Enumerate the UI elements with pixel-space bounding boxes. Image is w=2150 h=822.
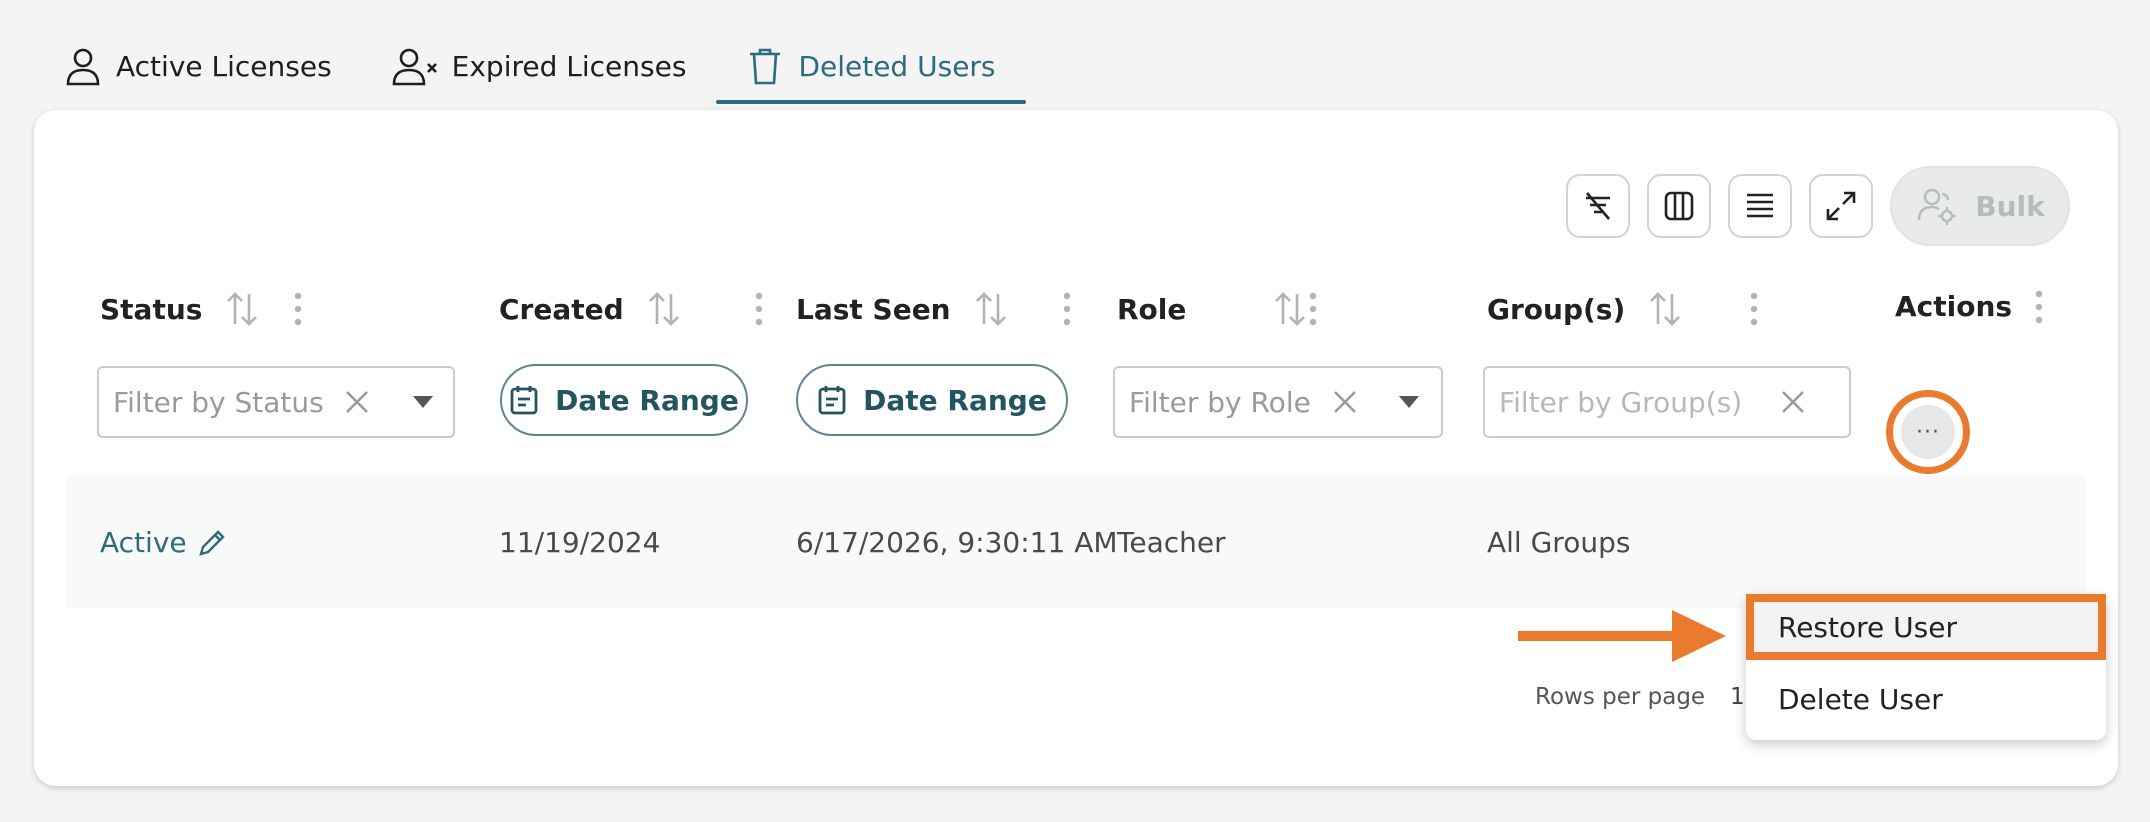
clear-icon[interactable] — [343, 388, 371, 416]
tab-expired-licenses[interactable]: Expired Licenses — [362, 28, 717, 104]
calendar-icon — [818, 386, 846, 415]
delete-user-menu-item[interactable]: Delete User — [1746, 666, 2106, 732]
annotation-arrow-icon — [1518, 610, 1726, 662]
tab-label: Expired Licenses — [451, 49, 687, 83]
column-label: Actions — [1895, 290, 2013, 323]
table-toolbar: Bulk — [1566, 166, 2070, 246]
chevron-down-icon[interactable] — [1399, 396, 1419, 408]
created-date-range-button[interactable]: Date Range — [500, 364, 748, 436]
bulk-button[interactable]: Bulk — [1890, 166, 2070, 246]
column-menu-icon[interactable] — [1749, 292, 1759, 326]
column-menu-icon[interactable] — [1062, 292, 1072, 326]
user-icon — [66, 48, 100, 86]
column-header-role: Role — [1117, 290, 1317, 328]
users-gear-icon — [1918, 188, 1957, 225]
tab-label: Active Licenses — [116, 49, 332, 83]
tab-deleted-users[interactable]: Deleted Users — [716, 28, 1026, 104]
expand-icon — [1826, 191, 1856, 221]
groups-filter-input[interactable]: Filter by Group(s) — [1483, 366, 1851, 438]
status-filter-placeholder: Filter by Status — [113, 385, 324, 419]
column-header-groups: Group(s) — [1487, 290, 1758, 328]
last-seen-cell: 6/17/2026, 9:30:11 AM — [796, 526, 1118, 559]
column-menu-icon[interactable] — [2034, 290, 2044, 324]
filter-off-icon — [1586, 192, 1610, 220]
role-cell: Teacher — [1117, 526, 1226, 559]
bulk-label: Bulk — [1975, 189, 2045, 223]
highlight-ring: ··· — [1886, 390, 1970, 474]
column-label: Last Seen — [796, 292, 951, 326]
column-header-created: Created — [499, 290, 763, 328]
sort-icon[interactable] — [1272, 290, 1308, 328]
density-button[interactable] — [1728, 174, 1792, 238]
table-row: Active 11/19/2024 6/17/2026, 9:30:11 AM … — [66, 476, 2086, 608]
restore-user-menu-item[interactable]: Restore User — [1746, 594, 2106, 660]
trash-icon — [750, 48, 781, 85]
column-label: Role — [1117, 292, 1187, 326]
column-label: Created — [499, 292, 624, 326]
clear-icon[interactable] — [1779, 388, 1807, 416]
tab-bar: Active Licenses Expired Licenses Deleted… — [60, 28, 1026, 104]
column-label: Group(s) — [1487, 292, 1626, 326]
groups-filter-placeholder: Filter by Group(s) — [1499, 385, 1743, 419]
columns-button[interactable] — [1647, 174, 1711, 238]
column-header-status: Status — [100, 290, 302, 328]
column-menu-icon[interactable] — [754, 292, 764, 326]
status-filter-select[interactable]: Filter by Status — [97, 366, 455, 438]
status-value: Active — [100, 526, 187, 559]
last-seen-date-range-button[interactable]: Date Range — [796, 364, 1068, 436]
created-cell: 11/19/2024 — [499, 526, 661, 559]
sort-icon[interactable] — [224, 290, 260, 328]
columns-icon — [1664, 191, 1694, 221]
status-cell[interactable]: Active — [100, 526, 227, 559]
fullscreen-button[interactable] — [1809, 174, 1873, 238]
pencil-icon[interactable] — [197, 528, 227, 558]
user-x-icon — [392, 48, 437, 86]
sort-icon[interactable] — [646, 290, 682, 328]
rows-per-page-label: Rows per page — [1535, 684, 1706, 710]
column-header-actions: Actions — [1895, 290, 2043, 323]
date-range-label: Date Range — [555, 383, 739, 417]
role-filter-placeholder: Filter by Role — [1129, 385, 1311, 419]
column-header-last-seen: Last Seen — [796, 290, 1071, 328]
column-menu-icon[interactable] — [1308, 292, 1318, 326]
tab-active-licenses[interactable]: Active Licenses — [60, 28, 362, 104]
row-actions-button[interactable]: ··· — [1901, 405, 1955, 459]
date-range-label: Date Range — [863, 383, 1047, 417]
clear-icon[interactable] — [1331, 388, 1359, 416]
list-icon — [1747, 193, 1773, 218]
tab-label: Deleted Users — [798, 49, 996, 83]
column-menu-icon[interactable] — [293, 292, 303, 326]
sort-icon[interactable] — [973, 290, 1009, 328]
calendar-icon — [510, 386, 538, 415]
clear-filters-button[interactable] — [1566, 174, 1630, 238]
groups-cell: All Groups — [1487, 526, 1631, 559]
sort-icon[interactable] — [1647, 290, 1683, 328]
role-filter-select[interactable]: Filter by Role — [1113, 366, 1443, 438]
chevron-down-icon[interactable] — [413, 396, 433, 408]
row-actions-menu: Restore User Delete User — [1746, 594, 2106, 740]
column-label: Status — [100, 292, 203, 326]
